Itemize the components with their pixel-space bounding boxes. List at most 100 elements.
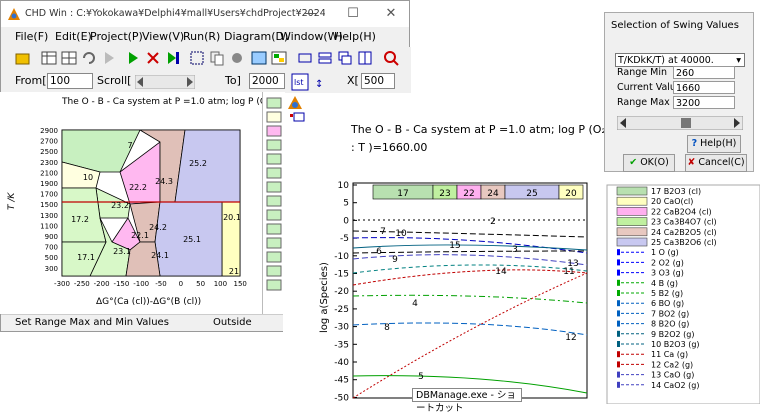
phase-band: 17 23 22 24 25 20	[372, 184, 584, 200]
species-y-tick: -40	[334, 358, 349, 368]
menu-help[interactable]: Help(H)	[334, 30, 376, 43]
species-y-tick: -10	[334, 252, 349, 262]
phase-title: The O - B - Ca system at P =1.0 atm; log…	[61, 97, 285, 107]
curve-label: 3	[512, 245, 518, 255]
species-y-tick: 5	[343, 199, 349, 209]
phase-region-label: 21	[229, 267, 239, 276]
range-min-input[interactable]: 260	[673, 66, 735, 79]
curve-label: 9	[392, 255, 398, 265]
to-input[interactable]: 2000	[249, 73, 285, 89]
menu-diagram[interactable]: Diagram(D)	[224, 30, 288, 43]
undo-icon[interactable]	[81, 50, 97, 66]
phase-x-tick: -150	[113, 280, 129, 288]
from-input[interactable]: 100	[47, 73, 93, 89]
legend-marker	[617, 249, 620, 256]
range-row: From[ 100 Scroll[ To] 2000 lst ↕ X[ 500	[1, 71, 411, 93]
phase-region-label: 23.1	[113, 247, 131, 256]
swing-variable-select[interactable]: T/KDkK/T) at 40000. ▾	[615, 53, 745, 67]
phase-region-label: 24.2	[149, 223, 167, 232]
x-input[interactable]: 500	[361, 73, 395, 89]
legend-label: 1 O (g)	[651, 248, 679, 257]
stop-icon[interactable]	[145, 50, 161, 66]
grid-icon[interactable]	[61, 50, 77, 66]
play-gray-icon[interactable]	[101, 50, 117, 66]
toolbar	[1, 47, 411, 72]
phase-region-label: 24.3	[155, 177, 173, 186]
range-min-label: Range Min	[617, 67, 667, 78]
phase-x-tick: -100	[133, 280, 149, 288]
window-icon[interactable]	[251, 50, 267, 66]
legend-marker	[617, 330, 620, 337]
tile-icon[interactable]	[317, 50, 333, 66]
menu-view[interactable]: View(V)	[142, 30, 184, 43]
range-max-input[interactable]: 3200	[673, 96, 735, 109]
species-y-tick: 0	[343, 216, 349, 226]
taskbar-tooltip: DBManage.exe - ショートカット	[412, 388, 522, 414]
legend-label: 12 Ca2 (g)	[651, 360, 693, 369]
phase-y-tick: 2700	[40, 138, 58, 146]
swing-slider[interactable]	[617, 116, 743, 130]
phase-region-label: 7	[127, 141, 132, 150]
phase-x-tick: -300	[54, 280, 70, 288]
phase-region-label: 17.1	[77, 253, 95, 262]
arrange-icon[interactable]	[357, 50, 373, 66]
phase-y-tick: 1900	[40, 180, 58, 188]
table-icon[interactable]	[41, 50, 57, 66]
legend-swatch	[616, 186, 648, 196]
phase-x-tick: -50	[155, 280, 166, 288]
scroll-slider[interactable]	[135, 75, 195, 89]
current-value-input[interactable]: 1660	[673, 81, 735, 94]
legend-label: 7 BO2 (g)	[651, 309, 689, 318]
menu-file[interactable]: File(F)	[15, 30, 48, 43]
menu-project[interactable]: Project(P)	[90, 30, 143, 43]
from-label: From[	[15, 74, 47, 87]
species-plot-frame	[352, 182, 588, 399]
curve-label: 5	[418, 372, 424, 382]
open-folder-icon[interactable]	[15, 50, 31, 66]
region-25-2	[174, 129, 241, 203]
run-icon[interactable]	[125, 50, 141, 66]
record-icon[interactable]	[229, 50, 245, 66]
phase-x-tick: -250	[74, 280, 90, 288]
phase-y-tick: 1700	[40, 191, 58, 199]
phase-y-tick: 1100	[40, 222, 58, 230]
chart-window-icon[interactable]	[290, 112, 305, 122]
phase-y-tick: 2300	[40, 159, 58, 167]
rectangle-icon[interactable]	[297, 50, 313, 66]
current-value-row: Current Value 1660	[615, 81, 735, 95]
slider-thumb[interactable]	[681, 118, 691, 128]
maximize-button[interactable]: ☐	[333, 1, 373, 27]
legend-marker	[617, 300, 620, 307]
swing-values-dialog: Selection of Swing Values T/KDkK/T) at 4…	[604, 12, 754, 172]
range-max-label: Range Max	[617, 97, 670, 108]
select-region-icon[interactable]	[189, 50, 205, 66]
step-icon[interactable]	[165, 50, 181, 66]
cancel-button[interactable]: ✘ Cancel(C)	[685, 154, 747, 172]
help-button[interactable]: ? Help(H)	[687, 135, 741, 153]
legend-marker	[617, 361, 620, 368]
sort-icon[interactable]: ↕	[313, 73, 331, 91]
left-legend-strip	[262, 92, 283, 314]
chevron-down-icon[interactable]: ▾	[736, 54, 741, 68]
legend-label: 23 Ca3B4O7 (cl)	[651, 218, 717, 227]
menu-edit[interactable]: Edit(E)	[55, 30, 92, 43]
phase-y-tick: 1300	[40, 212, 58, 220]
close-button[interactable]: ✕	[371, 1, 411, 27]
legend-label: 20 CaO(cl)	[651, 197, 693, 206]
colors-icon[interactable]	[271, 50, 287, 66]
ok-button[interactable]: ✔ OK(O)	[623, 154, 675, 172]
window-title: CHD Win : C:¥Yokokawa¥Delphi4¥mall¥Users…	[25, 8, 325, 19]
cascade-icon[interactable]	[337, 50, 353, 66]
svg-text:lst: lst	[294, 78, 304, 87]
minimize-button[interactable]: —	[291, 1, 331, 27]
phase-region-label: 25.2	[189, 159, 207, 168]
species-y-tick: -45	[334, 376, 349, 386]
curve-label: 8	[384, 323, 390, 333]
zoom-icon[interactable]	[383, 50, 399, 66]
to-label: To]	[225, 74, 241, 87]
menu-run[interactable]: Run(R)	[183, 30, 220, 43]
copy-icon[interactable]	[209, 50, 225, 66]
legend-label: 14 CaO2 (g)	[651, 381, 699, 390]
list-icon[interactable]: lst	[291, 73, 309, 91]
check-icon: ✔	[629, 157, 638, 168]
